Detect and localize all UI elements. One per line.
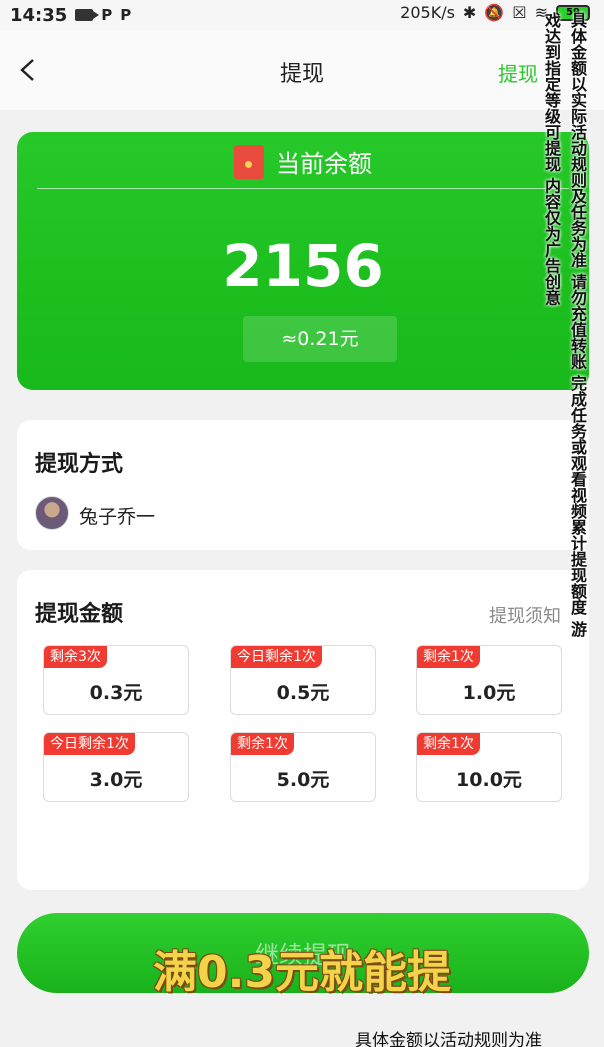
amount-option[interactable]: 今日剩余1次 3.0元: [43, 732, 189, 802]
amount-value: 0.3元: [89, 682, 143, 704]
remaining-badge: 今日剩余1次: [44, 733, 135, 755]
amount-value: 1.0元: [462, 682, 516, 704]
divider: [37, 188, 569, 189]
amount-value: 3.0元: [89, 769, 143, 791]
amount-value: 5.0元: [276, 769, 330, 791]
nav-bar: 提现 提现: [0, 30, 604, 110]
p-icon: P: [101, 6, 113, 24]
amount-option[interactable]: 剩余3次 0.3元: [43, 645, 189, 715]
user-name[interactable]: 兔子乔一: [79, 502, 155, 529]
amount-option[interactable]: 剩余1次 5.0元: [230, 732, 376, 802]
remaining-badge: 剩余1次: [417, 646, 480, 668]
status-bar: 14:35 P P 205K/s ✱ 🔕 ☒ ≋ 59: [0, 0, 604, 30]
avatar: [35, 496, 69, 530]
remaining-badge: 剩余1次: [231, 733, 294, 755]
balance-cash-equivalent: ≈0.21元: [243, 316, 397, 362]
mute-bell-icon: 🔕: [484, 3, 505, 22]
balance-value: 2156: [222, 232, 384, 300]
status-left: 14:35 P P: [10, 5, 131, 26]
remaining-badge: 今日剩余1次: [231, 646, 322, 668]
bluetooth-icon: ✱: [462, 3, 477, 22]
sim-x-icon: ☒: [512, 3, 527, 22]
method-title: 提现方式: [35, 452, 124, 477]
amount-option[interactable]: 剩余1次 10.0元: [416, 732, 562, 802]
remaining-badge: 剩余3次: [44, 646, 107, 668]
balance-header: 当前余额: [17, 144, 589, 179]
p-icon: P: [120, 6, 132, 24]
remaining-badge: 剩余1次: [417, 733, 480, 755]
withdraw-amount-card: 提现金额 提现须知 剩余3次 0.3元 今日剩余1次 0.5元 剩余1次 1.0…: [17, 570, 589, 890]
amount-value: 0.5元: [276, 682, 330, 704]
balance-label: 当前余额: [276, 150, 372, 178]
balance-card: 当前余额 2156 ≈0.21元: [17, 132, 589, 390]
network-speed: 205K/s: [400, 3, 455, 22]
amount-value: 10.0元: [456, 769, 522, 791]
withdraw-method-card: 提现方式 兔子乔一: [17, 420, 589, 550]
status-time: 14:35: [10, 4, 68, 26]
amount-option[interactable]: 今日剩余1次 0.5元: [230, 645, 376, 715]
camera-icon: [75, 9, 100, 21]
promo-caption: 满0.3元就能提: [153, 947, 451, 998]
vertical-disclaimer: 具体金额以实际活动规则及任务为准 请勿充值转账 完成任务或观看视频累计提现额度 …: [542, 12, 587, 637]
bottom-disclaimer: 具体金额以活动规则为准: [355, 1031, 542, 1047]
red-packet-icon: [234, 144, 264, 179]
amount-title: 提现金额: [35, 602, 124, 627]
amount-option[interactable]: 剩余1次 1.0元: [416, 645, 562, 715]
